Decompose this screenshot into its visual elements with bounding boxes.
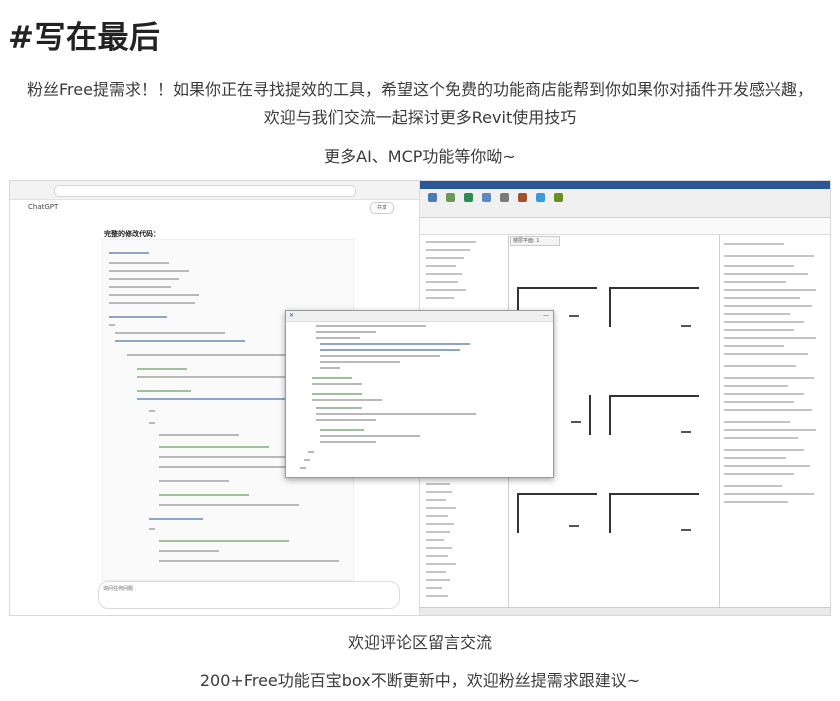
view-tab: 楼层平面: 1 [510,236,560,246]
intro-paragraph-line-1: 粉丝Free提需求！！如果你正在寻找提效的工具，希望这个免费的功能商店能帮到你如… [27,80,813,99]
revit-ribbon [420,189,830,218]
revit-status-bar [420,607,830,615]
address-bar [54,185,356,197]
closing-line-2: 200+Free功能百宝box不断更新中，欢迎粉丝提需求跟建议~ [199,671,641,690]
revit-title-bar [420,181,830,189]
minimize-icon: — [543,312,549,319]
browser-toolbar [10,181,419,200]
close-icon: ✕ [289,312,295,319]
section-heading: #写在最后 [8,20,161,56]
revit-quick-toolbar [420,218,830,235]
chat-app-title: ChatGPT [28,203,59,211]
code-dialog: ✕ — [285,310,554,478]
chat-input-hint: 询问任何问题 [103,586,134,592]
intro-paragraph-line-3: 更多AI、MCP功能等你呦~ [324,147,516,166]
closing-line-1: 欢迎评论区留言交流 [347,633,492,652]
embedded-screenshot: ChatGPT 共享 完整的修改代码： 询问任何问题 楼层平面: 1 ✕ — [9,180,831,616]
intro-paragraph-line-2: 欢迎与我们交流一起探讨更多Revit使用技巧 [263,108,577,127]
chat-input: 询问任何问题 [98,581,400,609]
properties-panel [720,235,830,607]
code-heading: 完整的修改代码： [104,230,160,238]
share-button: 共享 [370,202,394,214]
dialog-title-bar: ✕ — [286,311,553,322]
